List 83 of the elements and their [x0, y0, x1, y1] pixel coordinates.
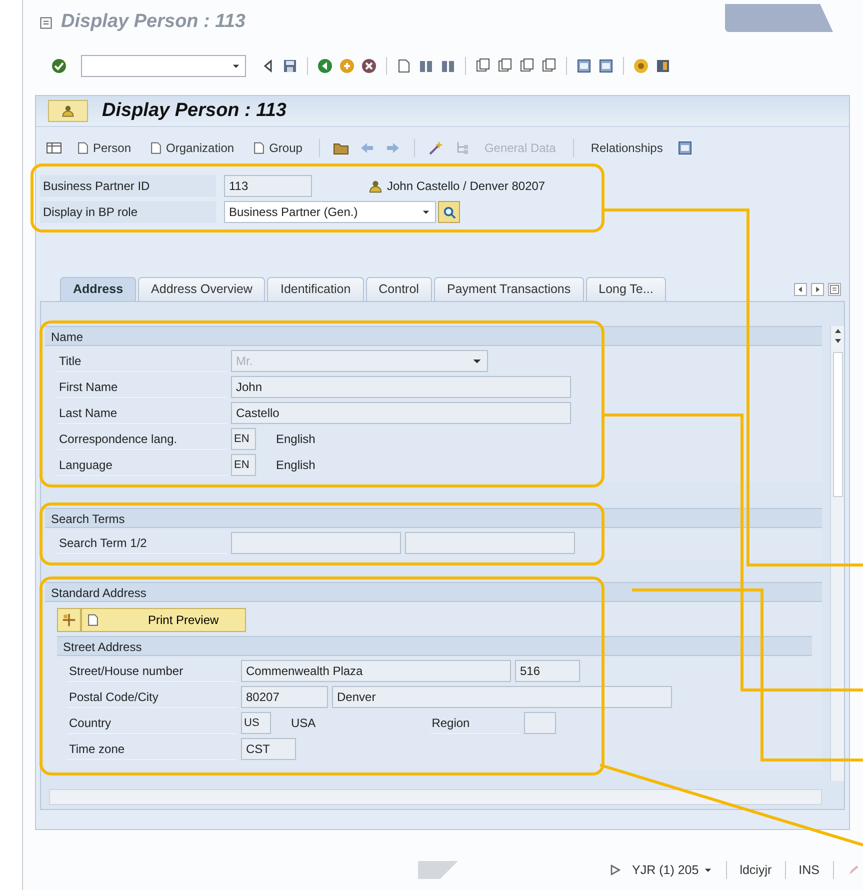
group-header: Search Terms: [45, 508, 822, 528]
tab[interactable]: Address Overview: [138, 277, 266, 301]
page-icon: [86, 613, 100, 627]
enter-icon[interactable]: [51, 58, 67, 74]
tab[interactable]: Control: [366, 277, 432, 301]
role-dropdown[interactable]: Business Partner (Gen.): [224, 201, 436, 223]
field-value: Mr.: [236, 353, 253, 370]
create-button[interactable]: Group: [248, 137, 306, 159]
menu-button[interactable]: [48, 100, 88, 122]
create-button[interactable]: Organization: [145, 137, 238, 159]
field-label: Title: [57, 350, 227, 372]
table-icon[interactable]: [46, 140, 62, 156]
tab[interactable]: Long Te...: [586, 277, 666, 301]
horizontal-scrollbar[interactable]: [49, 789, 822, 805]
input-field[interactable]: [231, 532, 401, 554]
scroll-right-icon[interactable]: [811, 282, 824, 296]
id-field[interactable]: 113: [224, 175, 312, 197]
code-field[interactable]: EN: [231, 454, 256, 476]
pencil-icon: [846, 864, 860, 876]
tab[interactable]: Identification: [267, 277, 364, 301]
field-description: USA: [291, 715, 316, 732]
field-label: Time zone: [67, 738, 237, 760]
screen-title: Display Person : 113: [102, 98, 286, 123]
search-icon: [442, 204, 456, 220]
system-info[interactable]: YJR (1) 205: [632, 860, 713, 880]
window-title: Display Person : 113: [61, 10, 246, 34]
command-field[interactable]: [81, 55, 246, 77]
input-field[interactable]: 80207: [241, 686, 328, 708]
back-icon[interactable]: [317, 58, 333, 74]
page-icon: [149, 141, 164, 155]
field-description: English: [276, 457, 316, 474]
field-label: Country: [67, 712, 237, 734]
code-field[interactable]: EN: [231, 428, 256, 450]
input-field[interactable]: 516: [515, 660, 580, 682]
input-field[interactable]: Denver: [332, 686, 672, 708]
field-label: Postal Code/City: [67, 686, 237, 708]
save-icon[interactable]: [282, 58, 298, 74]
field-label: Last Name: [57, 402, 227, 424]
windows-icon[interactable]: [676, 140, 693, 156]
field-label: Business Partner ID: [40, 175, 216, 197]
toolbar-button[interactable]: Relationships: [586, 137, 667, 159]
create-button[interactable]: Person: [72, 137, 136, 159]
server-name: ldciyjr: [740, 862, 772, 879]
field-label: First Name: [57, 376, 227, 398]
field-label: Display in BP role: [40, 201, 216, 223]
input-field[interactable]: John: [231, 376, 571, 398]
field-label: Region: [430, 712, 520, 734]
vertical-scrollbar[interactable]: [830, 326, 844, 781]
tab[interactable]: Address: [60, 277, 136, 301]
cancel-icon[interactable]: [361, 58, 377, 74]
scroll-thumb[interactable]: [832, 352, 842, 497]
person-icon: [61, 104, 75, 118]
code-field[interactable]: [524, 712, 556, 734]
tab-list-icon[interactable]: [828, 282, 841, 296]
logo-icon: [418, 859, 458, 881]
status-arrow-icon[interactable]: [608, 863, 622, 877]
partner-description: John Castello / Denver 80207: [387, 178, 546, 195]
scroll-left-icon[interactable]: [794, 282, 807, 296]
input-mode: INS: [798, 862, 820, 879]
group-header: Standard Address: [45, 582, 822, 602]
input-field[interactable]: Castello: [231, 402, 571, 424]
field-label: Correspondence lang.: [57, 428, 227, 450]
group-header: Name: [45, 326, 822, 346]
field-description: English: [276, 431, 316, 448]
page-icon: [252, 141, 266, 155]
code-field[interactable]: US: [241, 712, 271, 734]
field-label: Language: [57, 454, 227, 476]
person-icon: [368, 178, 383, 194]
window-menu-icon[interactable]: [39, 16, 53, 30]
search-button[interactable]: [438, 201, 460, 223]
subgroup-header: Street Address: [57, 636, 812, 656]
field-label: Street/House number: [67, 660, 237, 682]
print-preview-button[interactable]: Print Preview: [81, 608, 246, 632]
move-icon: [62, 613, 76, 627]
input-field[interactable]: CST: [241, 738, 296, 760]
input-field[interactable]: [405, 532, 575, 554]
page-icon: [76, 141, 90, 155]
print-icon[interactable]: [396, 58, 412, 74]
tab[interactable]: Payment Transactions: [434, 277, 584, 301]
input-field[interactable]: Commenwealth Plaza: [241, 660, 511, 682]
wand-icon[interactable]: [428, 140, 444, 156]
field-label: Search Term 1/2: [57, 532, 227, 554]
move-button[interactable]: [57, 608, 81, 632]
